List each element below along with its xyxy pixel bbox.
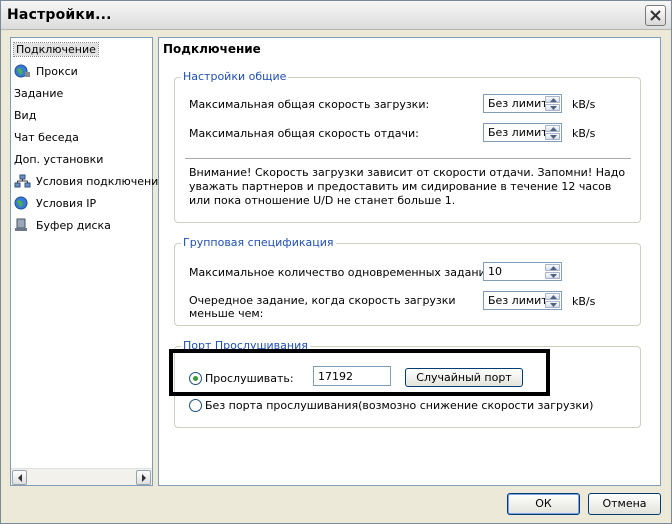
max-tasks-value: 10 [488,265,502,278]
chevron-down-icon [550,274,557,278]
chevron-up-icon [550,266,557,270]
sidebar-item-label: Условия подключения [36,175,165,188]
chevron-up-icon [550,295,557,299]
group-legend: Порт Прослушивания [181,339,310,352]
ok-button[interactable]: ОК [507,493,580,515]
window-title: Настройки... [7,7,112,23]
group-legend: Настройки общие [181,70,289,83]
next-task-spinner[interactable]: Без лимит [483,291,562,310]
settings-tree: Подключение Прокси Задание Вид Чат бесед… [10,37,165,486]
download-speed-value: Без лимит [488,97,548,110]
sidebar-item-connection-conditions[interactable]: Условия подключения [14,173,165,191]
sidebar-item-disk-buffer[interactable]: Буфер диска [14,217,111,235]
chevron-left-icon [18,474,22,482]
download-speed-label: Максимальная общая скорость загрузки: [189,98,430,111]
ratio-warning-text: Внимание! Скорость загрузки зависит от с… [189,166,626,207]
upload-speed-spinner[interactable]: Без лимит [483,123,562,142]
tree-horizontal-scrollbar[interactable] [11,468,152,485]
spin-down-button[interactable] [545,133,560,140]
chevron-down-icon [550,303,557,307]
port-value: 17192 [318,370,353,383]
max-tasks-label: Максимальное количество одновременных за… [189,266,497,279]
sidebar-item-label: Подключение [13,42,99,57]
settings-content: Подключение Настройки общие Максимальная… [158,37,661,486]
spin-down-button[interactable] [545,272,560,279]
title-bar[interactable]: Настройки... [1,1,671,30]
sidebar-item-chat[interactable]: Чат беседа [14,129,79,147]
upload-speed-value: Без лимит [488,126,548,139]
sidebar-item-advanced[interactable]: Доп. установки [14,151,103,169]
spin-up-button[interactable] [545,125,560,132]
next-task-unit: kB/s [572,295,596,308]
listen-port-group: Порт Прослушивания Прослушивать: 17192 С… [174,339,641,428]
sidebar-item-ip-conditions[interactable]: Условия IP [14,195,96,213]
settings-dialog: Настройки... Подключение Прокси Задание … [0,0,672,524]
scroll-left-button[interactable] [12,470,27,485]
sidebar-item-label: Доп. установки [14,153,104,166]
spin-up-button[interactable] [545,293,560,300]
chevron-down-icon [550,135,557,139]
listen-radio[interactable] [189,372,202,385]
globe-icon [14,196,28,210]
divider [185,158,631,159]
spin-down-button[interactable] [545,104,560,111]
listen-label: Прослушивать: [205,372,294,385]
spin-up-button[interactable] [545,264,560,271]
chevron-up-icon [550,98,557,102]
cancel-button[interactable]: Отмена [588,493,661,515]
page-title: Подключение [163,42,261,56]
sidebar-item-view[interactable]: Вид [14,107,36,125]
sidebar-item-label: Чат беседа [14,131,79,144]
sidebar-item-proxy[interactable]: Прокси [14,63,78,81]
sidebar-item-connection[interactable]: Подключение [13,41,99,59]
close-icon [650,10,661,21]
sidebar-item-label: Буфер диска [36,219,111,232]
no-port-radio[interactable] [189,399,202,412]
upload-speed-unit: kB/s [572,127,596,140]
spin-down-button[interactable] [545,301,560,308]
next-task-value: Без лимит [488,294,548,307]
group-legend: Групповая спецификация [181,236,336,249]
chevron-up-icon [550,127,557,131]
sidebar-item-label: Прокси [36,65,78,78]
disk-icon [15,218,27,231]
close-button[interactable] [645,5,666,26]
chevron-right-icon [142,474,146,482]
spin-up-button[interactable] [545,96,560,103]
download-speed-unit: kB/s [572,98,596,111]
scroll-right-button[interactable] [136,470,151,485]
no-port-label: Без порта прослушивания(возмозно снижени… [205,399,594,412]
upload-speed-label: Максимальная общая скорость отдачи: [189,127,419,140]
sidebar-item-label: Вид [14,109,37,122]
network-icon [14,174,31,188]
sidebar-item-task[interactable]: Задание [14,85,63,103]
general-settings-group: Настройки общие Максимальная общая скоро… [174,70,641,223]
random-port-button[interactable]: Случайный порт [405,368,523,387]
group-spec-group: Групповая спецификация Максимальное коли… [174,236,641,326]
next-task-label: Очередное задание, когда скорость загруз… [189,294,456,320]
download-speed-spinner[interactable]: Без лимит [483,94,562,113]
chevron-down-icon [550,106,557,110]
globe-icon [14,64,30,78]
sidebar-item-label: Задание [14,87,64,100]
port-input[interactable]: 17192 [313,366,391,386]
max-tasks-spinner[interactable]: 10 [483,262,562,281]
sidebar-item-label: Условия IP [36,197,97,210]
